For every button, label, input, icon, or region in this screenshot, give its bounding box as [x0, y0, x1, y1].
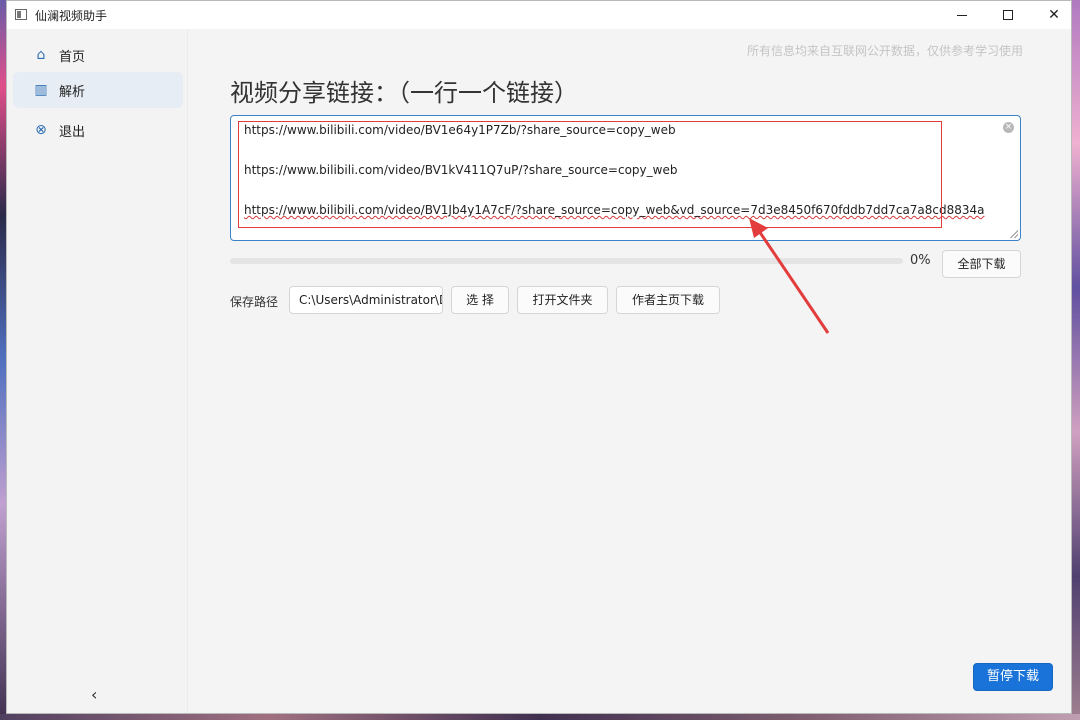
- minimize-button[interactable]: [939, 1, 985, 29]
- minimize-icon: [957, 15, 967, 16]
- close-circle-icon: ⊗: [35, 122, 47, 138]
- link-line: https://www.bilibili.com/video/BV1Jb4y1A…: [244, 203, 985, 217]
- resize-grip-icon[interactable]: [1010, 230, 1018, 238]
- panel-icon: ▥: [34, 82, 48, 98]
- pause-download-button[interactable]: 暂停下载: [973, 663, 1053, 691]
- main-content: 所有信息均来自互联网公开数据，仅供参考学习使用 视频分享链接：（一行一个链接） …: [188, 29, 1071, 713]
- progress-percent: 0%: [910, 253, 931, 268]
- desktop-background-right: [1072, 0, 1080, 720]
- sidebar: ⌂ 首页 ▥ 解析 ⊗ 退出 ‹: [7, 29, 188, 713]
- app-icon: [15, 9, 27, 20]
- close-button[interactable]: ✕: [1031, 1, 1077, 29]
- close-icon: ✕: [1048, 7, 1060, 23]
- disclaimer-text: 所有信息均来自互联网公开数据，仅供参考学习使用: [746, 44, 1023, 58]
- link-line: https://www.bilibili.com/video/BV1e64y1P…: [244, 123, 676, 137]
- link-line: https://www.bilibili.com/video/BV1kV411Q…: [244, 163, 678, 177]
- collapse-sidebar-chevron-icon[interactable]: ‹: [91, 685, 97, 704]
- page-title: 视频分享链接：（一行一个链接）: [230, 79, 578, 107]
- download-progress-bar: [230, 258, 903, 264]
- sidebar-item-label: 退出: [59, 125, 86, 140]
- app-window: 仙澜视频助手 ✕ ⌂ 首页 ▥ 解析 ⊗ 退出 ‹ 所有信息均来自互联网公开数据…: [6, 0, 1072, 714]
- sidebar-item-label: 首页: [59, 50, 86, 65]
- bank-icon: ⌂: [36, 47, 46, 63]
- desktop-background-bottom: [0, 714, 1080, 720]
- open-folder-button[interactable]: 打开文件夹: [517, 286, 608, 314]
- author-homepage-download-button[interactable]: 作者主页下载: [616, 286, 720, 314]
- maximize-icon: [1003, 10, 1013, 20]
- title-bar[interactable]: 仙澜视频助手 ✕: [7, 1, 1071, 29]
- links-textarea[interactable]: https://www.bilibili.com/video/BV1e64y1P…: [230, 115, 1021, 241]
- maximize-button[interactable]: [985, 1, 1031, 29]
- save-path-input[interactable]: C:\Users\Administrator\Desktop: [289, 286, 443, 314]
- sidebar-item-exit[interactable]: ⊗ 退出: [13, 112, 183, 148]
- window-title: 仙澜视频助手: [35, 9, 108, 23]
- choose-button[interactable]: 选 择: [451, 286, 509, 314]
- clear-icon[interactable]: ×: [1003, 122, 1014, 133]
- sidebar-item-home[interactable]: ⌂ 首页: [13, 37, 183, 73]
- sidebar-item-label: 解析: [59, 85, 86, 100]
- sidebar-item-parse[interactable]: ▥ 解析: [13, 72, 183, 108]
- save-path-label: 保存路径: [230, 295, 279, 309]
- download-all-button[interactable]: 全部下载: [942, 250, 1021, 278]
